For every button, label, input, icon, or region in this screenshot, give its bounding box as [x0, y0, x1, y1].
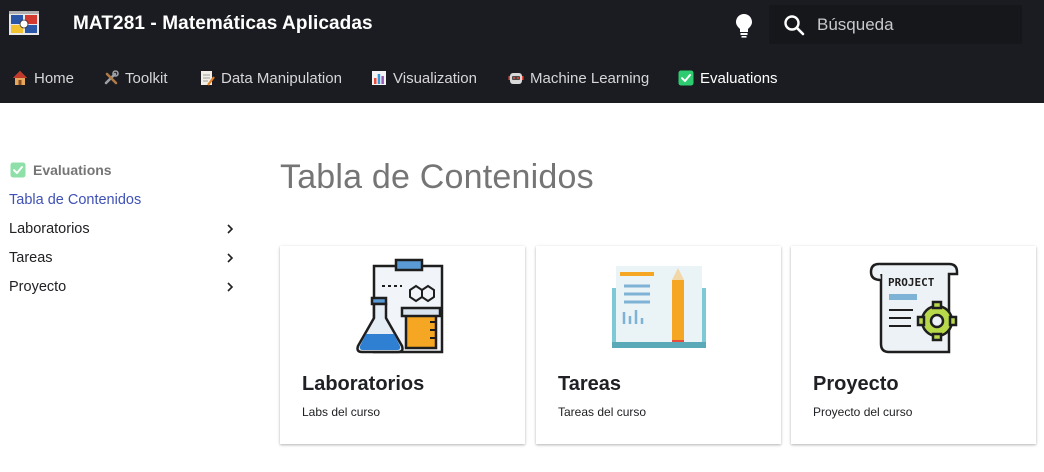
card-laboratorios[interactable]: Laboratorios Labs del curso: [280, 246, 525, 444]
check-box-icon: [10, 162, 26, 178]
tab-visualization[interactable]: Visualization: [371, 67, 477, 89]
lab-flask-icon: [356, 258, 444, 354]
tab-machine-learning[interactable]: Machine Learning: [508, 67, 649, 89]
tab-label: Data Manipulation: [221, 69, 342, 87]
house-icon: [13, 71, 27, 85]
card-description: Tareas del curso: [558, 405, 647, 419]
tab-label: Machine Learning: [530, 69, 650, 87]
tools-icon: [104, 70, 119, 85]
card-title: Tareas: [558, 373, 622, 395]
tab-label: Evaluations: [700, 69, 778, 87]
search-icon: [784, 15, 805, 36]
chevron-right-icon[interactable]: [225, 224, 235, 234]
chevron-right-icon[interactable]: [225, 253, 235, 263]
card-proyecto[interactable]: PROJECT Proyecto Proyecto del curso: [791, 246, 1036, 444]
tab-label: Home: [34, 69, 75, 87]
search-input[interactable]: Búsqueda: [769, 5, 1022, 44]
bar-chart-icon: [372, 71, 386, 85]
tab-home[interactable]: Home: [12, 67, 74, 89]
tab-label: Toolkit: [125, 69, 168, 87]
lightbulb-icon[interactable]: [733, 12, 755, 38]
sidebar-item-label: Tareas: [9, 250, 53, 266]
chevron-right-icon[interactable]: [225, 282, 235, 292]
card-description: Proyecto del curso: [813, 405, 913, 419]
sidebar-item-label: Tabla de Contenidos: [9, 192, 142, 208]
university-shield-logo[interactable]: [9, 11, 39, 37]
nav-tabs: Home Toolkit Data Manipulation Visualiza…: [0, 56, 1044, 98]
sidebar-item-laboratorios[interactable]: Laboratorios: [9, 218, 235, 240]
sidebar-item-tabla-de-contenidos[interactable]: Tabla de Contenidos: [9, 189, 235, 211]
tab-data-manipulation[interactable]: Data Manipulation: [199, 67, 342, 89]
sidebar-item-label: Proyecto: [9, 279, 67, 295]
page-title: Tabla de Contenidos: [280, 158, 594, 196]
robot-icon: [508, 73, 524, 84]
sidebar-item-tareas[interactable]: Tareas: [9, 247, 235, 269]
sidebar-heading-label: Evaluations: [33, 162, 112, 178]
check-box-icon: [678, 70, 694, 86]
card-tareas[interactable]: Tareas Tareas del curso: [536, 246, 781, 444]
tab-toolkit[interactable]: Toolkit: [103, 67, 168, 89]
svg-text:PROJECT: PROJECT: [888, 276, 935, 289]
sidebar-item-proyecto[interactable]: Proyecto: [9, 276, 235, 298]
tab-label: Visualization: [393, 69, 477, 87]
project-scroll-gear-icon: PROJECT: [869, 262, 959, 354]
book-pencil-icon: [612, 266, 706, 348]
sidebar-heading: Evaluations: [10, 162, 112, 178]
card-title: Laboratorios: [302, 373, 425, 395]
memo-icon: [201, 71, 215, 86]
site-title[interactable]: MAT281 - Matemáticas Aplicadas: [73, 13, 373, 35]
card-description: Labs del curso: [302, 405, 381, 419]
sidebar-item-label: Laboratorios: [9, 221, 90, 237]
card-title: Proyecto: [813, 373, 899, 395]
header-top-bar: MAT281 - Matemáticas Aplicadas Búsqueda: [0, 0, 1044, 50]
tab-evaluations[interactable]: Evaluations: [678, 67, 778, 89]
header: MAT281 - Matemáticas Aplicadas Búsqueda …: [0, 0, 1044, 103]
search-placeholder: Búsqueda: [817, 15, 894, 34]
